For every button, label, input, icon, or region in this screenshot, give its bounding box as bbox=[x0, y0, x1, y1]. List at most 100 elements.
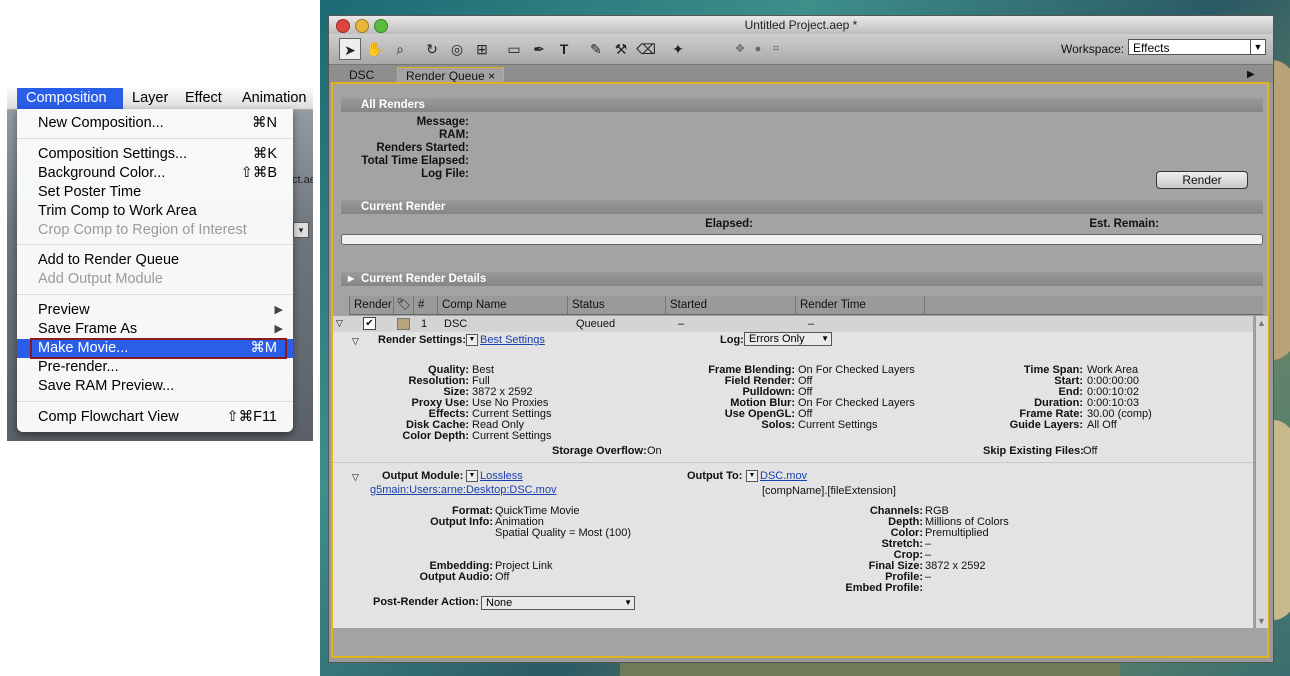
column-status[interactable]: Status bbox=[567, 296, 665, 314]
row-comp-name: DSC bbox=[444, 318, 468, 330]
brush-tool-icon[interactable]: ✎ bbox=[585, 38, 607, 60]
row-number: 1 bbox=[421, 318, 428, 330]
column-label-icon[interactable]: 🏷 bbox=[393, 296, 413, 314]
chevron-down-icon: ▼ bbox=[746, 470, 758, 483]
menu-item-pre-render[interactable]: Pre-render... bbox=[17, 358, 293, 377]
output-to-link[interactable]: ▼ DSC.mov bbox=[746, 470, 807, 483]
menu-item-add-to-render-queue[interactable]: Add to Render Queue bbox=[17, 251, 293, 270]
scroll-down-icon[interactable]: ▼ bbox=[1257, 616, 1266, 626]
chevron-down-icon: ▼ bbox=[821, 334, 829, 343]
menu-item-background-color[interactable]: Background Color... ⇧⌘B bbox=[17, 164, 293, 183]
embed-profile-label: Embed Profile: bbox=[845, 582, 923, 594]
column-started[interactable]: Started bbox=[665, 296, 795, 314]
log-label: Log: bbox=[720, 334, 744, 346]
mask-tool-icon[interactable]: ▭ bbox=[503, 38, 525, 60]
type-tool-icon[interactable]: T bbox=[553, 38, 575, 60]
output-path-link[interactable]: g5main:Users:arne:Desktop:DSC.mov bbox=[370, 484, 556, 496]
zoom-window-icon[interactable] bbox=[374, 19, 388, 33]
window-titlebar: Untitled Project.aep * bbox=[329, 16, 1273, 34]
orbit-camera-icon[interactable]: ◎ bbox=[446, 38, 468, 60]
menu-separator bbox=[17, 294, 293, 295]
menubar-composition[interactable]: Composition bbox=[17, 88, 123, 109]
menubar-animation[interactable]: Animation bbox=[242, 88, 306, 109]
tools-toolbar: ➤ ✋ ⌕ ↻ ◎ ⊞ ▭ ✒ T ✎ ⚒ ⌫ ✦ ✥ ● ⌗ Workspac… bbox=[329, 34, 1273, 65]
menubar-layer[interactable]: Layer bbox=[132, 88, 168, 109]
divider bbox=[333, 462, 1253, 463]
all-renders-header: All Renders bbox=[341, 98, 1263, 112]
expand-triangle-icon[interactable]: ▽ bbox=[352, 336, 359, 347]
label-color-swatch[interactable] bbox=[397, 318, 410, 330]
menu-item-trim-comp[interactable]: Trim Comp to Work Area bbox=[17, 202, 293, 221]
menu-item-save-ram-preview[interactable]: Save RAM Preview... bbox=[17, 377, 293, 396]
composition-menu-screenshot: ct.ae ▾ Composition Layer Effect Animati… bbox=[7, 88, 313, 441]
scroll-up-icon[interactable]: ▲ bbox=[1257, 318, 1266, 328]
close-tab-icon[interactable]: × bbox=[488, 69, 495, 83]
close-window-icon[interactable] bbox=[336, 19, 350, 33]
tab-dsc[interactable]: DSC bbox=[341, 67, 382, 83]
zoom-tool-icon[interactable]: ⌕ bbox=[389, 38, 411, 60]
output-module-link[interactable]: ▼ Lossless bbox=[466, 470, 523, 483]
minimize-window-icon[interactable] bbox=[355, 19, 369, 33]
chevron-down-icon: ▼ bbox=[624, 598, 632, 607]
log-select[interactable]: Errors Only ▼ bbox=[744, 332, 832, 346]
row-started: – bbox=[678, 318, 685, 330]
row-render-time: – bbox=[808, 318, 815, 330]
render-settings-link[interactable]: ▼ Best Settings bbox=[466, 334, 545, 347]
menu-item-composition-settings[interactable]: Composition Settings... ⌘K bbox=[17, 145, 293, 164]
eraser-tool-icon[interactable]: ⌫ bbox=[635, 38, 657, 60]
color-depth-value: Current Settings bbox=[472, 430, 552, 442]
render-queue-panel: All Renders Message: RAM: Renders Starte… bbox=[331, 82, 1269, 658]
solos-label: Solos: bbox=[761, 419, 795, 431]
render-checkbox[interactable]: ✔ bbox=[363, 317, 376, 330]
spatial-quality-value: Spatial Quality = Most (100) bbox=[495, 527, 632, 539]
menu-item-save-frame-as[interactable]: Save Frame As ▶ bbox=[17, 320, 293, 339]
menu-item-set-poster-time[interactable]: Set Poster Time bbox=[17, 183, 293, 202]
column-comp-name[interactable]: Comp Name bbox=[437, 296, 567, 314]
skip-existing-files-value: Off bbox=[1083, 445, 1098, 457]
skip-existing-files-label: Skip Existing Files: bbox=[983, 445, 1084, 457]
column-number[interactable]: # bbox=[413, 296, 437, 314]
workspace-label: Workspace: bbox=[1061, 42, 1125, 56]
chevron-down-icon: ▼ bbox=[466, 470, 478, 483]
current-render-header: Current Render bbox=[341, 200, 1263, 214]
vertical-scrollbar[interactable]: ▲ ▼ bbox=[1255, 316, 1268, 628]
column-render-time[interactable]: Render Time bbox=[795, 296, 925, 314]
bg-dropdown-icon: ▾ bbox=[293, 222, 309, 238]
clone-stamp-tool-icon[interactable]: ⚒ bbox=[610, 38, 632, 60]
est-remain-label: Est. Remain: bbox=[1089, 218, 1159, 230]
menu-item-comp-flowchart-view[interactable]: Comp Flowchart View ⇧⌘F11 bbox=[17, 408, 293, 427]
puppet-tool-icon[interactable]: ✦ bbox=[667, 38, 689, 60]
workspace-select[interactable]: Effects ▼ bbox=[1128, 39, 1266, 55]
color-depth-label: Color Depth: bbox=[402, 430, 469, 442]
row-status: Queued bbox=[576, 318, 616, 330]
panel-menu-icon[interactable]: ▶ bbox=[1239, 67, 1263, 83]
table-row[interactable]: ▽ ✔ 1 DSC Queued – – bbox=[333, 316, 1253, 332]
menu-item-preview[interactable]: Preview ▶ bbox=[17, 301, 293, 320]
menu-item-crop-comp: Crop Comp to Region of Interest bbox=[38, 222, 247, 238]
menubar: Composition Layer Effect Animation bbox=[7, 88, 313, 110]
menu-item-add-output-module: Add Output Module bbox=[38, 271, 163, 287]
expand-triangle-icon[interactable]: ▽ bbox=[352, 472, 359, 483]
elapsed-label: Elapsed: bbox=[705, 218, 753, 230]
post-render-action-select[interactable]: None ▼ bbox=[481, 596, 635, 610]
menu-separator bbox=[17, 401, 293, 402]
column-render[interactable]: Render bbox=[349, 296, 393, 314]
frame-blending-value: On For Checked Layers bbox=[798, 364, 915, 376]
highlight-annotation-box bbox=[30, 338, 287, 359]
menubar-effect[interactable]: Effect bbox=[185, 88, 222, 109]
output-to-label: Output To: bbox=[687, 470, 743, 482]
view-axis-icon[interactable]: ⌗ bbox=[765, 38, 787, 60]
submenu-arrow-icon: ▶ bbox=[274, 323, 283, 335]
expand-triangle-icon[interactable]: ▽ bbox=[336, 318, 343, 329]
current-render-details-header[interactable]: ▶ Current Render Details bbox=[341, 272, 1263, 286]
render-button[interactable]: Render bbox=[1156, 171, 1248, 189]
pan-behind-tool-icon[interactable]: ⊞ bbox=[471, 38, 493, 60]
hand-tool-icon[interactable]: ✋ bbox=[364, 38, 386, 60]
selection-tool-icon[interactable]: ➤ bbox=[339, 38, 361, 60]
color-value: Premultiplied bbox=[925, 527, 989, 539]
pen-tool-icon[interactable]: ✒ bbox=[528, 38, 550, 60]
ram-label: RAM: bbox=[438, 129, 469, 141]
menu-item-new-composition[interactable]: New Composition... ⌘N bbox=[17, 114, 293, 133]
rotate-tool-icon[interactable]: ↻ bbox=[421, 38, 443, 60]
panel-tabstrip: DSC Render Queue × ▶ bbox=[329, 65, 1273, 84]
